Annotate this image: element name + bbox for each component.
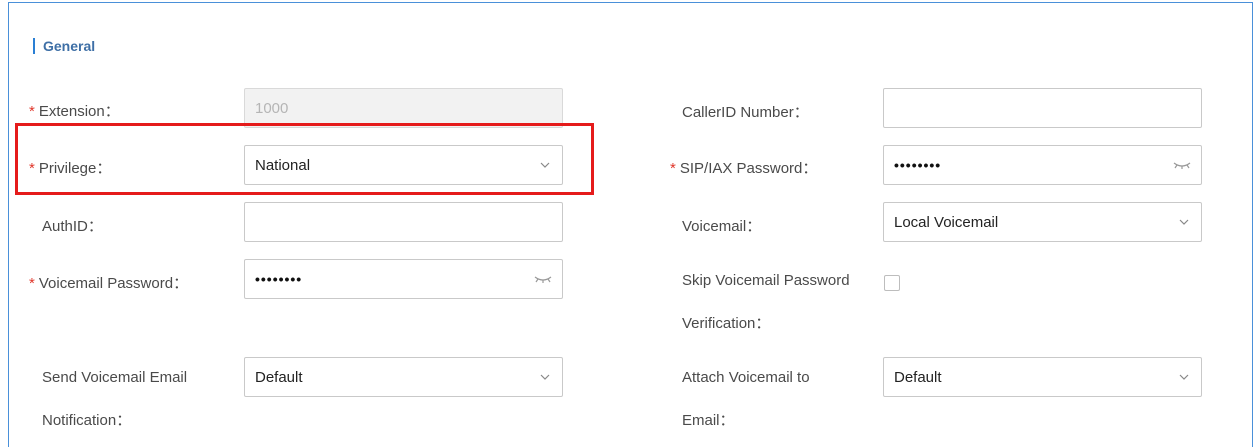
attach-voicemail-label-cont: Email： <box>682 412 735 429</box>
extension-label: * Extension： <box>29 103 120 120</box>
eye-closed-icon[interactable] <box>534 271 552 288</box>
attach-voicemail-select[interactable]: Default <box>883 357 1202 397</box>
chevron-down-icon <box>1177 370 1191 384</box>
chevron-down-icon <box>1177 215 1191 229</box>
sip-iax-password-input[interactable]: •••••••• <box>883 145 1202 185</box>
sip-iax-password-label: * SIP/IAX Password： <box>670 160 818 177</box>
skip-voicemail-password-checkbox[interactable] <box>884 275 900 291</box>
voicemail-password-label: * Voicemail Password： <box>29 275 189 292</box>
chevron-down-icon <box>538 370 552 384</box>
extension-value: 1000 <box>255 99 289 117</box>
authid-input[interactable] <box>244 202 563 242</box>
required-marker: * <box>29 275 35 292</box>
authid-label: AuthID： <box>42 218 103 235</box>
voicemail-value: Local Voicemail <box>894 213 999 231</box>
privilege-highlight-box <box>15 123 594 195</box>
callerid-number-input[interactable] <box>883 88 1202 128</box>
callerid-number-label: CallerID Number： <box>682 104 809 121</box>
section-accent-bar <box>33 38 35 54</box>
send-voicemail-email-label-cont: Notification： <box>42 412 132 429</box>
section-header: General <box>33 37 95 55</box>
voicemail-select[interactable]: Local Voicemail <box>883 202 1202 242</box>
skip-voicemail-password-label-cont: Verification： <box>682 315 771 332</box>
voicemail-password-value: •••••••• <box>255 271 303 287</box>
send-voicemail-email-select[interactable]: Default <box>244 357 563 397</box>
required-marker: * <box>29 103 35 120</box>
extension-input[interactable]: 1000 <box>244 88 563 128</box>
voicemail-label: Voicemail： <box>682 218 762 235</box>
voicemail-password-input[interactable]: •••••••• <box>244 259 563 299</box>
sip-iax-password-value: •••••••• <box>894 157 942 173</box>
attach-voicemail-label: Attach Voicemail to <box>682 369 810 386</box>
section-title: General <box>43 38 96 54</box>
required-marker: * <box>670 160 676 177</box>
skip-voicemail-password-label: Skip Voicemail Password <box>682 272 850 289</box>
eye-closed-icon[interactable] <box>1173 157 1191 174</box>
send-voicemail-email-label: Send Voicemail Email <box>42 369 188 386</box>
